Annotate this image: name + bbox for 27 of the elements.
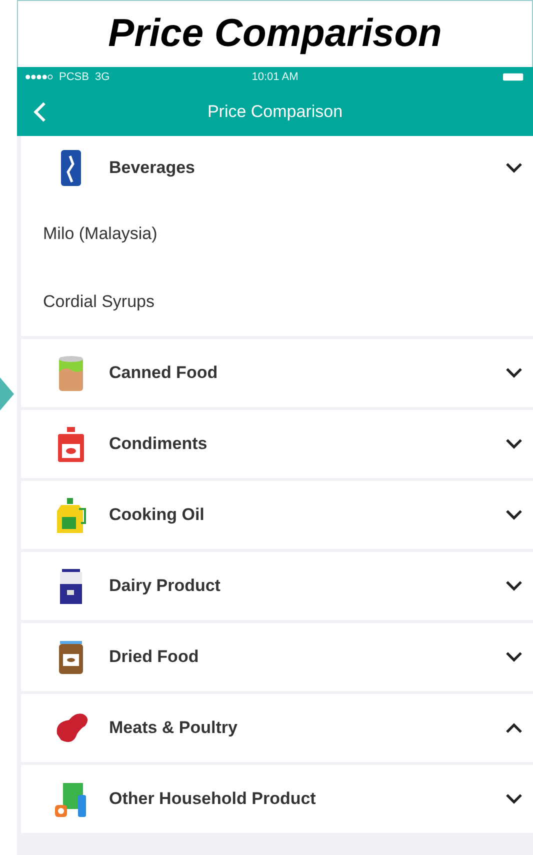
category-row[interactable]: Canned Food (21, 339, 533, 407)
signal-icon (25, 74, 53, 80)
subcategory-item[interactable]: Milo (Malaysia) (21, 200, 533, 268)
category-row[interactable]: Other Household Product (21, 765, 533, 833)
subcategory-item[interactable]: Cordial Syrups (21, 268, 533, 336)
page-heading: Price Comparison (108, 12, 442, 56)
back-icon (33, 100, 47, 122)
status-time: 10:01 AM (252, 71, 298, 83)
category-row[interactable]: Cooking Oil (21, 481, 533, 549)
network-type: 3G (94, 71, 110, 83)
nav-title: Price Comparison (206, 102, 344, 122)
category-name: Meats & Poultry (109, 718, 238, 738)
battery-icon (502, 73, 525, 81)
category-name: Condiments (109, 434, 208, 454)
arrow-icon (0, 377, 14, 411)
category-row[interactable]: Condiments (21, 410, 533, 478)
category-row[interactable]: Dried Food (21, 623, 533, 691)
category-row[interactable]: Meats & Poultry (21, 694, 533, 762)
category-row[interactable]: Beverages (21, 136, 533, 200)
carrier-name: PCSB (59, 71, 89, 83)
category-name: Dairy Product (109, 576, 222, 596)
category-name: Canned Food (109, 363, 219, 383)
category-name: Other Household Product (109, 789, 317, 809)
category-row[interactable]: Dairy Product (21, 552, 533, 620)
category-name: Cooking Oil (109, 505, 206, 525)
category-name: Beverages (109, 158, 196, 178)
category-name: Dried Food (109, 647, 200, 667)
